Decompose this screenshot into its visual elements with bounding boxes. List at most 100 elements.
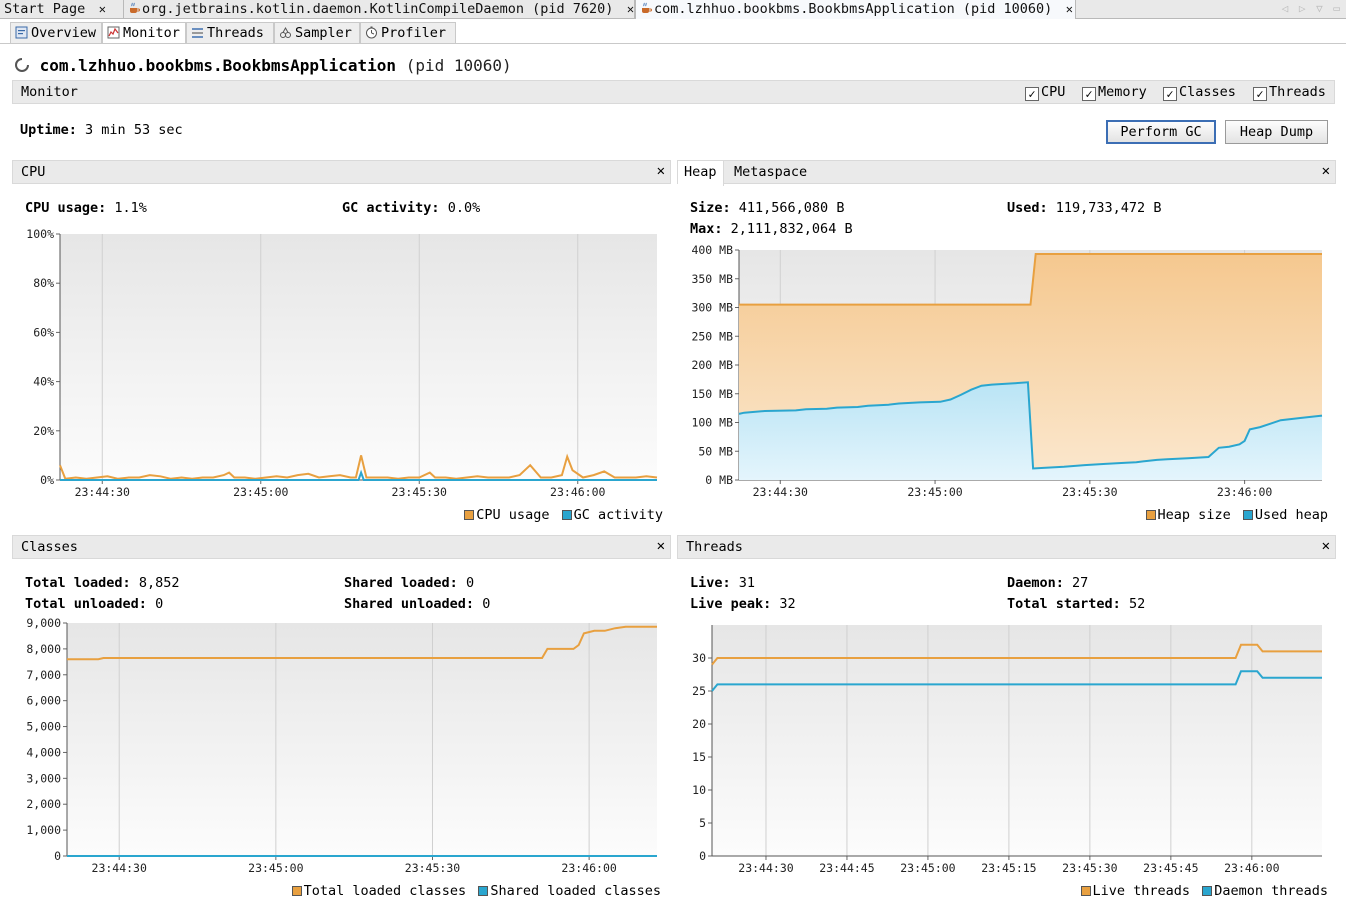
threads-checkbox[interactable]: ✓ Threads bbox=[1253, 84, 1326, 101]
y-tick-label: 3,000 bbox=[26, 771, 61, 785]
legend-swatch bbox=[478, 886, 489, 896]
tab-monitor[interactable]: Monitor bbox=[102, 22, 186, 44]
checkbox-label: Memory bbox=[1098, 84, 1147, 100]
threads-panel-header: Threads ✕ bbox=[677, 535, 1336, 559]
uptime-value: 3 min 53 sec bbox=[85, 122, 183, 138]
doc-tab-start-page[interactable]: Start Page ✕ bbox=[0, 0, 124, 19]
threads-legend: Live threads Daemon threads bbox=[1080, 883, 1328, 899]
y-tick-label: 4,000 bbox=[26, 745, 61, 759]
tab-label: Profiler bbox=[381, 25, 447, 41]
stat-value: 0 bbox=[465, 575, 475, 591]
stat-value: 411,566,080 B bbox=[738, 200, 845, 216]
classes-checkbox[interactable]: ✓ Classes bbox=[1163, 84, 1236, 101]
checkmark-icon: ✓ bbox=[1025, 87, 1039, 101]
monitor-label: Monitor bbox=[21, 84, 78, 100]
legend-swatch bbox=[561, 510, 572, 520]
y-tick-label: 20 bbox=[692, 717, 706, 731]
doc-tab-bookbms[interactable]: com.lzhhuo.bookbms.BookbmsApplication (p… bbox=[635, 0, 1076, 19]
legend-swatch bbox=[1242, 510, 1253, 520]
legend-label: Heap size bbox=[1157, 507, 1231, 523]
x-tick-label: 23:44:45 bbox=[819, 861, 874, 875]
y-tick-label: 200 MB bbox=[691, 358, 733, 372]
app-pid: (pid 10060) bbox=[405, 56, 512, 75]
y-tick-label: 2,000 bbox=[26, 797, 61, 811]
y-tick-label: 25 bbox=[692, 684, 706, 698]
tab-sampler[interactable]: Sampler bbox=[274, 22, 360, 43]
daemon-threads-stat: Daemon: 27 bbox=[1007, 575, 1088, 591]
stat-value: 0.0% bbox=[447, 200, 481, 216]
gc-activity-stat: GC activity: 0.0% bbox=[342, 200, 480, 216]
java-cup-icon bbox=[642, 2, 652, 13]
checkbox-label: Classes bbox=[1179, 84, 1236, 100]
uptime-label: Uptime: bbox=[20, 122, 77, 138]
x-tick-label: 23:46:00 bbox=[561, 861, 616, 875]
close-icon[interactable]: ✕ bbox=[1322, 538, 1330, 554]
y-tick-label: 9,000 bbox=[26, 616, 61, 630]
stat-label: Shared unloaded: bbox=[344, 596, 475, 612]
x-tick-label: 23:45:30 bbox=[1062, 485, 1117, 499]
stat-label: Used: bbox=[1007, 200, 1048, 216]
tab-scroll-arrows-icon[interactable]: ◁ ▷ ▽ ▭ bbox=[1282, 2, 1342, 15]
legend-label: CPU usage bbox=[476, 507, 550, 523]
x-tick-label: 23:45:00 bbox=[900, 861, 955, 875]
stat-value: 8,852 bbox=[138, 575, 180, 591]
y-tick-label: 100% bbox=[26, 227, 54, 241]
heap-legend: Heap size Used heap bbox=[1145, 507, 1328, 523]
x-tick-label: 23:45:00 bbox=[248, 861, 303, 875]
y-tick-label: 400 MB bbox=[691, 243, 733, 257]
close-icon[interactable]: ✕ bbox=[97, 0, 107, 18]
close-icon[interactable]: ✕ bbox=[1064, 0, 1074, 18]
x-tick-label: 23:45:15 bbox=[981, 861, 1036, 875]
stat-label: Total loaded: bbox=[25, 575, 131, 591]
perform-gc-button[interactable]: Perform GC bbox=[1106, 120, 1216, 144]
legend-swatch bbox=[1202, 886, 1213, 896]
legend-label: Live threads bbox=[1092, 883, 1191, 899]
legend-label: GC activity bbox=[573, 507, 663, 523]
y-tick-label: 250 MB bbox=[691, 329, 733, 343]
tab-label: Sampler bbox=[295, 25, 352, 41]
heap-dump-button[interactable]: Heap Dump bbox=[1225, 120, 1328, 144]
y-tick-label: 10 bbox=[692, 783, 706, 797]
close-icon[interactable]: ✕ bbox=[1322, 163, 1330, 179]
classes-chart: 0 1,000 2,000 3,000 4,000 5,000 6,000 7,000 8,00… bbox=[26, 616, 657, 875]
legend-label: Total loaded classes bbox=[303, 883, 467, 899]
y-tick-label: 15 bbox=[692, 750, 706, 764]
y-tick-label: 30 bbox=[692, 651, 706, 665]
tab-overview[interactable]: Overview bbox=[10, 22, 102, 43]
stat-value: 1.1% bbox=[114, 200, 147, 216]
y-tick-label: 100 MB bbox=[691, 416, 733, 430]
stat-value: 32 bbox=[779, 596, 796, 612]
classes-legend: Total loaded classes Shared loaded class… bbox=[291, 883, 661, 899]
heap-chart: 0 MB 50 MB 100 MB 150 MB 200 MB 250 MB 300 MB 3… bbox=[691, 243, 1323, 499]
heap-max-stat: Max: 2,111,832,064 B bbox=[690, 221, 853, 237]
close-icon[interactable]: ✕ bbox=[657, 538, 665, 554]
y-tick-label: 0% bbox=[40, 473, 54, 487]
plot-background bbox=[60, 234, 657, 480]
tab-label: Threads bbox=[207, 25, 264, 41]
legend-swatch bbox=[291, 886, 302, 896]
legend-swatch bbox=[1080, 886, 1091, 896]
doc-tab-kotlin-daemon[interactable]: org.jetbrains.kotlin.daemon.KotlinCompil… bbox=[124, 0, 635, 19]
close-icon[interactable]: ✕ bbox=[657, 163, 665, 179]
heap-panel: Heap Metaspace ✕ Size: 411,566,080 B Use… bbox=[677, 160, 1336, 530]
legend-label: Shared loaded classes bbox=[490, 883, 661, 899]
y-tick-label: 150 MB bbox=[691, 387, 733, 401]
sampler-icon bbox=[280, 26, 291, 38]
y-tick-label: 20% bbox=[33, 424, 54, 438]
memory-checkbox[interactable]: ✓ Memory bbox=[1082, 84, 1147, 101]
tab-profiler[interactable]: Profiler bbox=[360, 22, 456, 43]
tab-heap[interactable]: Heap bbox=[678, 161, 724, 186]
shared-unloaded-stat: Shared unloaded: 0 bbox=[344, 596, 490, 612]
y-tick-label: 6,000 bbox=[26, 694, 61, 708]
stat-label: Total unloaded: bbox=[25, 596, 147, 612]
tab-metaspace[interactable]: Metaspace bbox=[728, 161, 813, 185]
tab-threads[interactable]: Threads bbox=[186, 22, 274, 43]
stat-label: Total started: bbox=[1007, 596, 1121, 612]
x-tick-label: 23:45:45 bbox=[1143, 861, 1198, 875]
java-cup-icon bbox=[130, 2, 140, 13]
legend-label: Used heap bbox=[1254, 507, 1328, 523]
x-tick-label: 23:46:00 bbox=[1217, 485, 1272, 499]
cpu-checkbox[interactable]: ✓ CPU bbox=[1025, 84, 1065, 101]
doc-tab-label: Start Page bbox=[4, 1, 86, 17]
x-tick-label: 23:44:30 bbox=[92, 861, 147, 875]
